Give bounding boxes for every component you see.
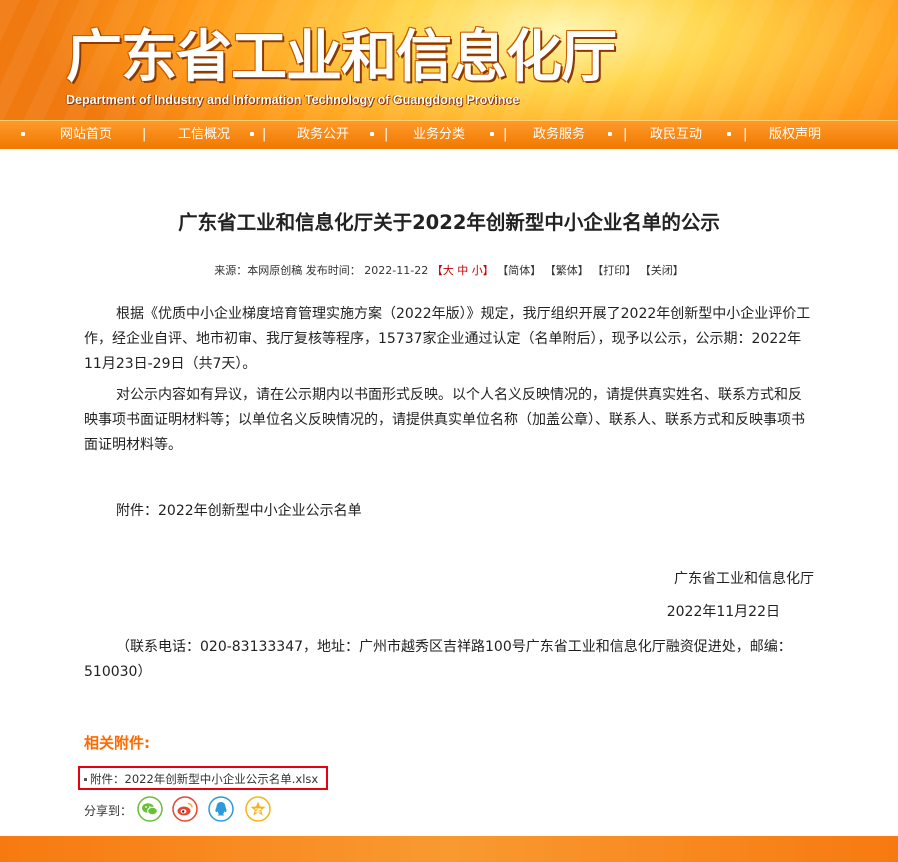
- font-size-large-link[interactable]: 大: [443, 264, 454, 277]
- nav-separator: |: [384, 127, 389, 142]
- contact-info: （联系电话：020-83133347，地址：广州市越秀区吉祥路100号广东省工业…: [84, 639, 792, 680]
- site-header-banner: 广东省工业和信息化厅 Department of Industry and In…: [0, 0, 898, 120]
- nav-bullet-icon: [21, 132, 25, 136]
- nav-item-interaction[interactable]: 政民互动: [650, 121, 702, 149]
- article-paragraph-2: 对公示内容如有异议，请在公示期内以书面形式反映。以个人名义反映情况的，请提供真实…: [84, 387, 805, 453]
- nav-bullet-icon: [490, 132, 494, 136]
- weibo-icon: [172, 796, 198, 822]
- nav-bullet-icon: [370, 132, 374, 136]
- nav-item-copyright[interactable]: 版权声明: [769, 121, 821, 149]
- nav-separator: |: [142, 127, 147, 142]
- article-source-date: 来源：本网原创稿 发布时间： 2022-11-22: [214, 264, 429, 277]
- attachment-link-text: 附件：2022年创新型中小企业公示名单.xlsx: [90, 772, 319, 786]
- nav-separator: |: [623, 127, 628, 142]
- font-size-bracket-close: 】: [482, 264, 494, 277]
- article-paragraph-1: 根据《优质中小企业梯度培育管理实施方案（2022年版）》规定，我厅组织开展了20…: [84, 306, 811, 372]
- nav-bullet-icon: [727, 132, 731, 136]
- nav-item-services[interactable]: 政务服务: [533, 121, 585, 149]
- font-size-bracket-open: 【: [431, 264, 443, 277]
- share-qq-button[interactable]: [208, 796, 234, 822]
- signature-date: 2022年11月22日: [666, 604, 780, 620]
- qq-icon: [208, 796, 234, 822]
- traditional-chinese-link[interactable]: 【繁体】: [545, 264, 589, 277]
- font-size-medium-link[interactable]: 中: [457, 264, 468, 277]
- share-label: 分享到：: [84, 804, 133, 818]
- attachment-download-link[interactable]: 附件：2022年创新型中小企业公示名单.xlsx: [84, 771, 318, 787]
- site-title: 广东省工业和信息化厅: [66, 25, 617, 90]
- nav-separator: |: [262, 127, 267, 142]
- share-wechat-button[interactable]: [137, 796, 163, 822]
- nav-item-gov-affairs[interactable]: 政务公开: [297, 121, 349, 149]
- nav-separator: |: [503, 127, 508, 142]
- share-qzone-button[interactable]: [245, 796, 271, 822]
- wechat-icon: [137, 796, 163, 822]
- nav-bullet-icon: [608, 132, 612, 136]
- nav-separator: |: [743, 127, 748, 142]
- nav-item-business[interactable]: 业务分类: [413, 121, 465, 149]
- print-link[interactable]: 【打印】: [592, 264, 636, 277]
- footer-bar: [0, 836, 898, 862]
- main-nav: 网站首页 | 工信概况 | 政务公开 | 业务分类 | 政务服务 | 政民互动 …: [0, 120, 898, 149]
- article-attachment-note: 附件：2022年创新型中小企业公示名单: [116, 503, 362, 519]
- nav-item-overview[interactable]: 工信概况: [178, 121, 230, 149]
- nav-bullet-icon: [250, 132, 254, 136]
- article-meta: 来源：本网原创稿 发布时间： 2022-11-22 【大 中 小】 【简体】 【…: [0, 262, 898, 278]
- nav-item-home[interactable]: 网站首页: [60, 121, 112, 149]
- qzone-icon: [245, 796, 271, 822]
- article-title: 广东省工业和信息化厅关于2022年创新型中小企业名单的公示: [178, 211, 720, 234]
- bullet-icon: [84, 778, 87, 781]
- share-weibo-button[interactable]: [172, 796, 198, 822]
- related-attachments-heading: 相关附件:: [84, 734, 150, 752]
- site-subtitle: Department of Industry and Information T…: [66, 93, 520, 107]
- signature-organization: 广东省工业和信息化厅: [674, 571, 814, 587]
- close-link[interactable]: 【关闭】: [640, 264, 684, 277]
- font-size-small-link[interactable]: 小: [472, 264, 483, 277]
- simplified-chinese-link[interactable]: 【简体】: [497, 264, 541, 277]
